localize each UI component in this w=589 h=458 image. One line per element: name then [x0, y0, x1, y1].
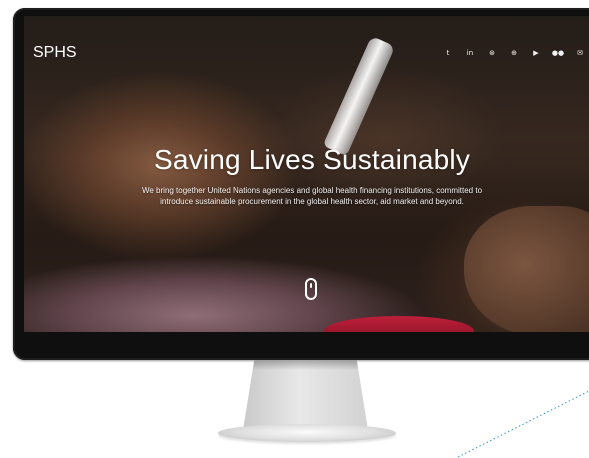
- decorative-dotted-line: [457, 390, 589, 458]
- monitor-mockup-scene: SPHS t in ⊛ ⊕ ▶ ●● ✉ Saving Lives Sustai…: [0, 0, 589, 458]
